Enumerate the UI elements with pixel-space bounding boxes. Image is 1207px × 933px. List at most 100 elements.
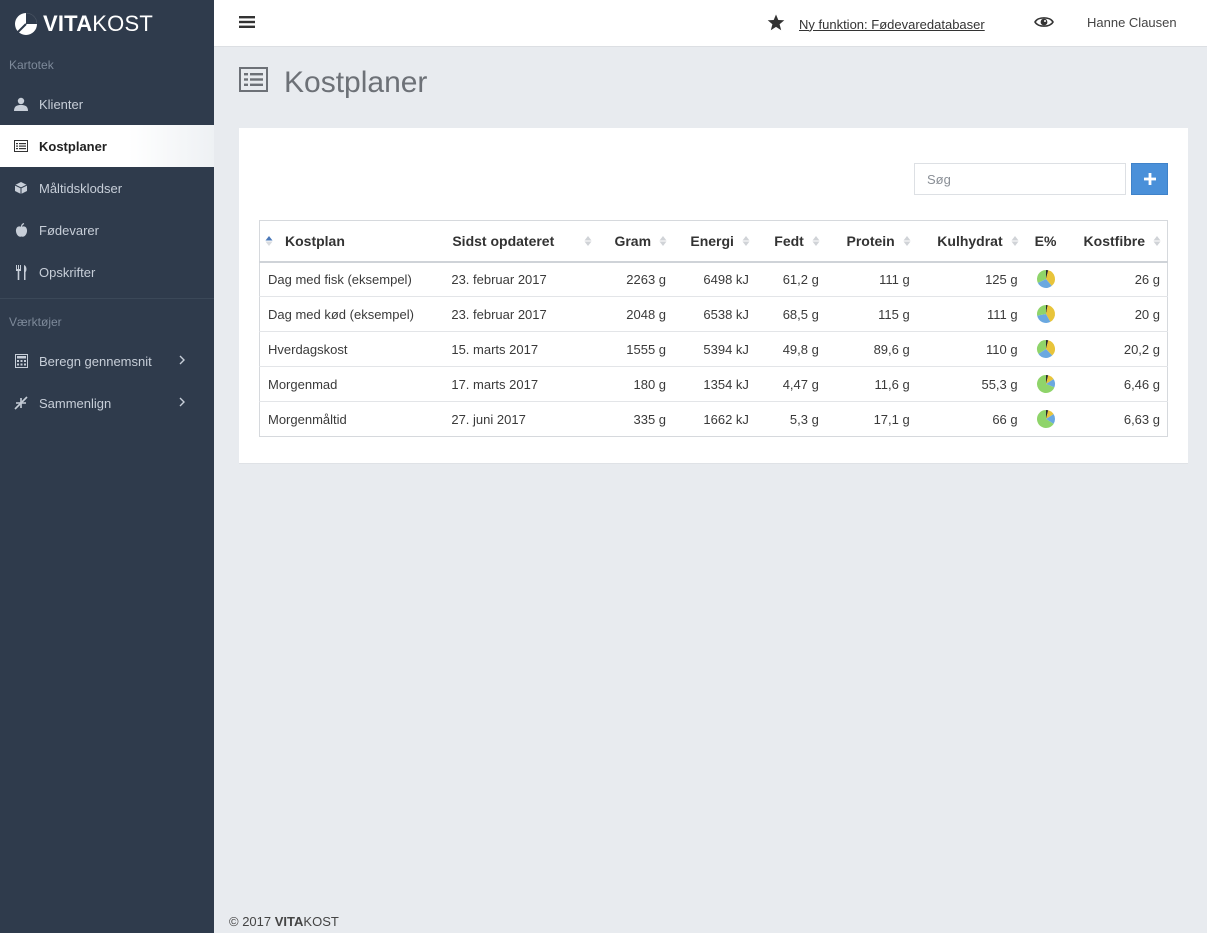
column-header-kostfibre[interactable]: Kostfibre: [1066, 220, 1168, 263]
topbar: Ny funktion: Fødevaredatabaser Hanne Cla…: [214, 0, 1207, 47]
table-row[interactable]: Dag med fisk (eksempel) 23. februar 2017…: [259, 261, 1168, 297]
cell-updated: 27. juni 2017: [443, 401, 599, 437]
cell-fedt: 61,2 g: [755, 261, 826, 297]
sidebar-item-klienter[interactable]: Klienter: [0, 83, 214, 125]
chevron-right-icon: [178, 396, 186, 411]
column-header-sidst-opdateret[interactable]: Sidst opdateret: [443, 220, 599, 263]
table-row[interactable]: Hverdagskost 15. marts 2017 1555 g 5394 …: [259, 331, 1168, 367]
cell-kostfibre: 6,63 g: [1066, 401, 1168, 437]
cell-kostfibre: 6,46 g: [1066, 366, 1168, 402]
sidebar-divider: [0, 298, 214, 299]
sidebar-item-label: Kostplaner: [39, 138, 107, 154]
list-icon: [13, 138, 29, 154]
list-icon: [239, 66, 268, 100]
cell-kulhydrat: 110 g: [916, 331, 1025, 367]
kostplaner-card: Kostplan Sidst opdateret Gram Energi Fed…: [239, 128, 1188, 464]
cube-icon: [13, 180, 29, 196]
cell-kostplan[interactable]: Dag med fisk (eksempel): [259, 261, 444, 297]
menu-toggle-icon[interactable]: [239, 15, 255, 32]
add-kostplan-button[interactable]: [1131, 163, 1168, 195]
column-header-e-pct: E%: [1024, 220, 1067, 263]
cell-kostplan[interactable]: Hverdagskost: [259, 331, 444, 367]
cell-energi: 1354 kJ: [673, 366, 756, 402]
sort-icon: [1011, 234, 1019, 250]
column-header-protein[interactable]: Protein: [825, 220, 917, 263]
energy-distribution-pie[interactable]: [1036, 374, 1056, 394]
column-header-label: Kostplan: [285, 232, 345, 249]
sidebar-item-label: Fødevarer: [39, 222, 99, 238]
cell-e-pct: [1024, 401, 1067, 437]
user-icon: [13, 96, 29, 112]
logo-brand-light: KOST: [92, 10, 153, 36]
cell-e-pct: [1024, 296, 1067, 332]
footer-brand-bold: VITA: [274, 914, 304, 929]
energy-distribution-pie[interactable]: [1036, 339, 1056, 359]
table-row[interactable]: Morgenmåltid 27. juni 2017 335 g 1662 kJ…: [259, 401, 1168, 437]
search-input[interactable]: [914, 163, 1126, 195]
cell-updated: 17. marts 2017: [443, 366, 599, 402]
page-title: Kostplaner: [239, 66, 427, 100]
cell-kostplan[interactable]: Dag med kød (eksempel): [259, 296, 444, 332]
cell-protein: 89,6 g: [825, 331, 917, 367]
column-header-gram[interactable]: Gram: [598, 220, 674, 263]
user-menu[interactable]: Hanne Clausen: [1087, 15, 1177, 30]
kostplaner-table: Kostplan Sidst opdateret Gram Energi Fed…: [259, 220, 1168, 437]
sort-icon: [742, 234, 750, 250]
sort-asc-icon: [265, 234, 273, 250]
cell-energi: 6538 kJ: [673, 296, 756, 332]
cell-protein: 115 g: [825, 296, 917, 332]
cell-kulhydrat: 55,3 g: [916, 366, 1025, 402]
table-row[interactable]: Dag med kød (eksempel) 23. februar 2017 …: [259, 296, 1168, 332]
section-title-kartotek: Kartotek: [9, 58, 54, 72]
eye-icon[interactable]: [1034, 14, 1054, 33]
column-header-kulhydrat[interactable]: Kulhydrat: [916, 220, 1025, 263]
cutlery-icon: [13, 264, 29, 280]
cell-e-pct: [1024, 261, 1067, 297]
new-feature-link[interactable]: Ny funktion: Fødevaredatabaser: [799, 17, 985, 32]
cell-kulhydrat: 125 g: [916, 261, 1025, 297]
table-row[interactable]: Morgenmad 17. marts 2017 180 g 1354 kJ 4…: [259, 366, 1168, 402]
cell-kostfibre: 20,2 g: [1066, 331, 1168, 367]
logo-icon: [15, 12, 37, 35]
sidebar-item-kostplaner[interactable]: Kostplaner: [0, 125, 214, 167]
column-header-label: Protein: [846, 232, 895, 249]
cell-gram: 180 g: [598, 366, 674, 402]
column-header-energi[interactable]: Energi: [673, 220, 756, 263]
app-logo[interactable]: VITA KOST: [0, 0, 214, 47]
energy-distribution-pie[interactable]: [1036, 409, 1056, 429]
column-header-label: Energi: [690, 232, 734, 249]
sidebar-item-opskrifter[interactable]: Opskrifter: [0, 251, 214, 293]
cell-gram: 335 g: [598, 401, 674, 437]
column-header-label: E%: [1034, 232, 1057, 249]
cell-updated: 15. marts 2017: [443, 331, 599, 367]
cell-e-pct: [1024, 366, 1067, 402]
sidebar-item-beregn-gennemsnit[interactable]: Beregn gennemsnit: [0, 340, 214, 382]
cell-protein: 17,1 g: [825, 401, 917, 437]
sidebar-item-label: Sammenlign: [39, 395, 112, 411]
energy-distribution-pie[interactable]: [1036, 304, 1056, 324]
sidebar-item-maltidsklodser[interactable]: Måltidsklodser: [0, 167, 214, 209]
cell-fedt: 4,47 g: [755, 366, 826, 402]
column-header-fedt[interactable]: Fedt: [755, 220, 826, 263]
section-title-vaerktojer: Værktøjer: [9, 315, 62, 329]
cell-kostplan[interactable]: Morgenmåltid: [259, 401, 444, 437]
pie-slice-kulhydrat: [1036, 305, 1046, 316]
chevron-right-icon: [178, 354, 186, 369]
star-icon: [767, 14, 785, 34]
column-header-label: Gram: [614, 232, 652, 249]
sidebar-item-fodevarer[interactable]: Fødevarer: [0, 209, 214, 251]
sidebar-item-sammenlign[interactable]: Sammenlign: [0, 382, 214, 424]
cell-kostplan[interactable]: Morgenmad: [259, 366, 444, 402]
footer: © 2017 VITAKOST: [229, 914, 339, 929]
cell-energi: 6498 kJ: [673, 261, 756, 297]
energy-distribution-pie[interactable]: [1036, 269, 1056, 289]
table-body: Dag med fisk (eksempel) 23. februar 2017…: [259, 261, 1168, 437]
column-header-kostplan[interactable]: Kostplan: [259, 220, 444, 263]
column-header-label: Fedt: [774, 232, 804, 249]
cell-gram: 2048 g: [598, 296, 674, 332]
cell-kulhydrat: 66 g: [916, 401, 1025, 437]
new-feature-notice: Ny funktion: Fødevaredatabaser: [767, 14, 985, 34]
plus-icon: [1143, 173, 1156, 185]
cell-updated: 23. februar 2017: [443, 296, 599, 332]
cell-gram: 2263 g: [598, 261, 674, 297]
